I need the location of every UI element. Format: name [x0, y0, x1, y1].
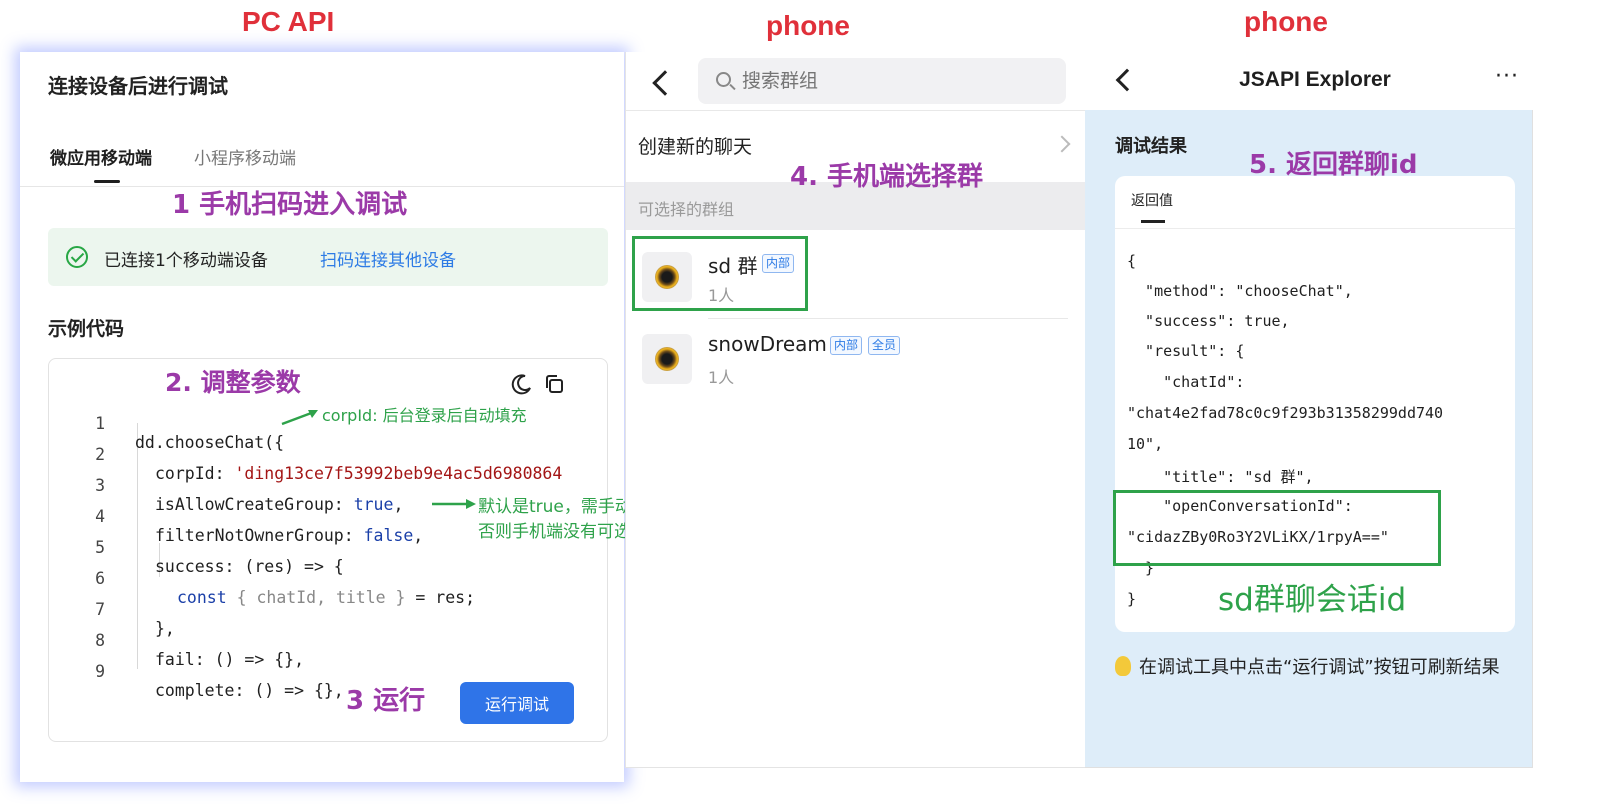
step2-annotation: 2. 调整参数 — [165, 368, 301, 397]
refresh-hint: 在调试工具中点击“运行调试”按钮可刷新结果 — [1115, 652, 1515, 683]
search-bar[interactable] — [698, 58, 1066, 104]
search-icon — [716, 72, 731, 87]
code-line: 3 isAllowCreateGroup: true, — [95, 476, 404, 514]
code-line: 6 const { chatId, title } = res; — [95, 569, 476, 607]
selectable-groups-label: 可选择的群组 — [638, 200, 735, 219]
phone-title-2: phone — [1244, 6, 1328, 37]
group-row-snowdream[interactable]: snowDream 内部 全员 1人 — [626, 320, 1086, 400]
lightbulb-icon — [1115, 656, 1131, 676]
active-tab-indicator — [94, 180, 120, 183]
step1-annotation: 1 手机扫码进入调试 — [172, 190, 408, 220]
step3-annotation: 3 运行 — [346, 686, 426, 716]
tab-micro-app-mobile[interactable]: 微应用移动端 — [50, 144, 152, 169]
json-line: "method": "chooseChat", — [1127, 282, 1353, 300]
json-line: { — [1127, 252, 1137, 270]
arrow-icon — [432, 499, 476, 509]
highlight-box — [632, 236, 808, 311]
step4-annotation: 4. 手机端选择群 — [790, 162, 984, 192]
json-line: "success": true, — [1127, 312, 1290, 330]
code-line: 9 complete: () => {}, — [95, 662, 344, 700]
debug-result-title: 调试结果 — [1115, 136, 1187, 157]
json-line: "chat4e2fad78c0c9f293b31358299dd740 — [1127, 404, 1444, 422]
tab-mini-program-mobile[interactable]: 小程序移动端 — [194, 144, 296, 169]
json-line: } — [1127, 590, 1137, 608]
active-tab-indicator — [1141, 220, 1165, 223]
run-debug-button[interactable]: 运行调试 — [460, 682, 574, 724]
panel-title: 连接设备后进行调试 — [48, 74, 228, 98]
arrow-icon — [281, 410, 318, 426]
highlight-box — [1113, 490, 1441, 566]
divider — [626, 110, 1086, 111]
json-line: "title": "sd 群", — [1127, 468, 1314, 486]
tab-return-value[interactable]: 返回值 — [1131, 190, 1173, 210]
explorer-title: JSAPI Explorer — [1239, 68, 1391, 91]
phone-jsapi-explorer-screen: JSAPI Explorer ··· 调试结果 5. 返回群聊id 返回值 { … — [1085, 52, 1533, 768]
tag-internal: 内部 — [830, 336, 863, 355]
chevron-right-icon — [1053, 135, 1071, 153]
code-line: 7 }, — [95, 600, 175, 638]
copy-icon[interactable] — [543, 373, 565, 395]
check-circle-icon — [66, 246, 88, 268]
back-arrow-icon[interactable] — [652, 70, 678, 96]
corpid-note: corpId: 后台登录后自动填充 — [322, 406, 527, 425]
create-new-chat-label: 创建新的聊天 — [638, 136, 753, 158]
scan-connect-link[interactable]: 扫码连接其他设备 — [320, 246, 456, 271]
sd-conversation-id-note: sd群聊会话id — [1218, 582, 1407, 618]
divider — [1115, 228, 1515, 229]
group-name: snowDream — [708, 332, 827, 356]
code-line: 2 corpId: 'ding13ce7f53992beb9e4ac5d6980… — [95, 445, 563, 483]
explorer-header: JSAPI Explorer ··· — [1085, 52, 1533, 110]
phone-title-1: phone — [766, 10, 850, 41]
divider — [708, 318, 1068, 319]
search-input[interactable] — [742, 66, 1042, 96]
moon-icon[interactable] — [511, 373, 533, 395]
refresh-hint-text: 在调试工具中点击“运行调试”按钮可刷新结果 — [1139, 657, 1500, 678]
connection-status: 已连接1个移动端设备 扫码连接其他设备 — [48, 228, 608, 286]
json-line: "result": { — [1127, 342, 1245, 360]
sample-code-title: 示例代码 — [48, 318, 125, 340]
group-member-count: 1人 — [708, 368, 735, 387]
json-line: "chatId": — [1127, 373, 1245, 391]
pc-api-title: PC API — [242, 6, 335, 37]
tag-all-staff: 全员 — [868, 336, 901, 355]
code-line: 8 fail: () => {}, — [95, 631, 305, 669]
group-avatar — [642, 334, 692, 384]
more-icon[interactable]: ··· — [1495, 64, 1519, 89]
json-line: 10", — [1127, 435, 1164, 453]
status-text: 已连接1个移动端设备 — [104, 251, 268, 271]
